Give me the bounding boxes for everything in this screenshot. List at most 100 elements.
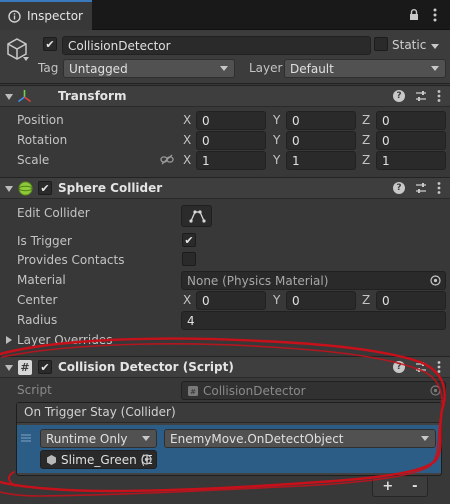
tab-bar: Inspector — [0, 0, 450, 30]
help-icon[interactable]: ? — [393, 182, 405, 194]
rotation-y-value: 0 — [292, 133, 300, 148]
help-icon[interactable]: ? — [393, 361, 405, 373]
axis-y-label[interactable]: Y — [273, 153, 280, 167]
add-listener-button[interactable]: + — [382, 479, 393, 494]
position-z-field[interactable]: 0 — [376, 111, 446, 130]
gameobject-name-value: CollisionDetector — [68, 38, 171, 53]
center-x-value: 0 — [202, 293, 210, 308]
gameobject-name-field[interactable]: CollisionDetector — [62, 36, 371, 55]
target-object-field[interactable]: Slime_Green (E — [40, 450, 157, 469]
script-component-header[interactable]: # ✔ Collision Detector (Script) ? — [0, 356, 450, 378]
layer-overrides-label[interactable]: Layer Overrides — [17, 333, 112, 347]
layer-value: Default — [290, 61, 334, 76]
runtime-mode-dropdown[interactable]: Runtime Only — [40, 429, 157, 448]
axis-z-label[interactable]: Z — [362, 293, 370, 307]
static-label: Static — [392, 38, 427, 52]
center-z-field[interactable]: 0 — [376, 291, 446, 310]
axis-x-label[interactable]: X — [183, 293, 191, 307]
unity-event-box: On Trigger Stay (Collider) Runtime Only … — [16, 402, 442, 476]
more-icon[interactable] — [437, 182, 441, 194]
object-picker-icon[interactable] — [430, 275, 441, 286]
layer-label: Layer — [249, 61, 283, 75]
transform-title: Transform — [58, 89, 127, 103]
event-listener-row[interactable]: Runtime Only EnemyMove.OnDetectObject Sl… — [17, 425, 441, 473]
scale-y-value: 1 — [292, 153, 300, 168]
sphere-collider-enabled-checkbox[interactable]: ✔ — [38, 181, 52, 195]
gameobject-header: ✔ CollisionDetector Static Tag Untagged … — [0, 30, 450, 84]
runtime-mode-value: Runtime Only — [46, 431, 128, 446]
layer-overrides-foldout-icon[interactable] — [6, 336, 12, 344]
scale-z-value: 1 — [382, 153, 390, 168]
rotation-x-field[interactable]: 0 — [196, 131, 266, 150]
lock-icon[interactable] — [409, 9, 419, 21]
scale-x-value: 1 — [202, 153, 210, 168]
axis-x-label[interactable]: X — [183, 113, 191, 127]
is-trigger-label: Is Trigger — [17, 234, 72, 248]
axis-y-label[interactable]: Y — [273, 293, 280, 307]
object-picker-icon — [430, 385, 441, 396]
function-dropdown[interactable]: EnemyMove.OnDetectObject — [164, 429, 436, 448]
chevron-down-icon — [220, 66, 228, 71]
position-x-field[interactable]: 0 — [196, 111, 266, 130]
axis-x-label[interactable]: X — [183, 133, 191, 147]
position-y-field[interactable]: 0 — [286, 111, 356, 130]
provides-contacts-checkbox[interactable] — [182, 252, 196, 266]
scale-z-field[interactable]: 1 — [376, 151, 446, 170]
object-picker-icon[interactable] — [141, 454, 152, 465]
transform-header[interactable]: Transform ? — [0, 85, 450, 107]
edit-collider-button[interactable] — [181, 205, 212, 227]
axis-z-label[interactable]: Z — [362, 153, 370, 167]
center-x-field[interactable]: 0 — [196, 291, 266, 310]
foldout-arrow-icon[interactable] — [5, 186, 13, 192]
help-icon[interactable]: ? — [393, 90, 405, 102]
center-y-field[interactable]: 0 — [286, 291, 356, 310]
transform-axes-icon — [18, 90, 31, 103]
radius-value: 4 — [187, 313, 195, 328]
check-icon: ✔ — [184, 233, 194, 247]
layer-dropdown[interactable]: Default — [284, 59, 446, 78]
axis-z-label[interactable]: Z — [362, 113, 370, 127]
gameobject-active-checkbox[interactable]: ✔ — [43, 37, 57, 51]
tab-label: Inspector — [27, 9, 83, 23]
rotation-z-field[interactable]: 0 — [376, 131, 446, 150]
presets-sliders-icon[interactable] — [415, 182, 427, 194]
axis-y-label[interactable]: Y — [273, 113, 280, 127]
foldout-arrow-icon[interactable] — [5, 365, 13, 371]
check-icon: ✔ — [45, 37, 55, 51]
position-x-value: 0 — [202, 113, 210, 128]
more-icon[interactable] — [437, 90, 441, 102]
edit-collider-icon — [189, 210, 206, 223]
is-trigger-checkbox[interactable]: ✔ — [182, 233, 196, 247]
drag-handle-icon[interactable] — [21, 434, 31, 442]
script-enabled-checkbox[interactable]: ✔ — [38, 360, 52, 374]
static-dropdown-caret[interactable] — [431, 44, 439, 49]
presets-sliders-icon[interactable] — [415, 361, 427, 373]
rotation-y-field[interactable]: 0 — [286, 131, 356, 150]
scale-x-field[interactable]: 1 — [196, 151, 266, 170]
sphere-collider-header[interactable]: ✔ Sphere Collider ? — [0, 177, 450, 199]
icon-dropdown-caret[interactable] — [23, 57, 29, 61]
foldout-arrow-icon[interactable] — [5, 94, 13, 100]
tag-dropdown[interactable]: Untagged — [63, 59, 235, 78]
more-icon[interactable] — [437, 361, 441, 373]
radius-field[interactable]: 4 — [181, 311, 446, 330]
axis-x-label[interactable]: X — [183, 153, 191, 167]
rotation-x-value: 0 — [202, 133, 210, 148]
axis-z-label[interactable]: Z — [362, 133, 370, 147]
target-object-value: Slime_Green (E — [61, 452, 153, 467]
static-checkbox[interactable] — [374, 37, 388, 51]
chevron-down-icon — [142, 436, 150, 441]
axis-y-label[interactable]: Y — [273, 133, 280, 147]
material-object-field[interactable]: None (Physics Material) — [181, 271, 446, 290]
script-label: Script — [17, 383, 52, 397]
tab-inspector[interactable]: Inspector — [0, 0, 92, 30]
constrain-proportions-link-icon[interactable] — [160, 154, 174, 165]
remove-listener-button[interactable]: - — [412, 479, 417, 494]
presets-sliders-icon[interactable] — [415, 90, 427, 102]
script-object-field: # CollisionDetector — [181, 381, 446, 400]
event-header-label: On Trigger Stay (Collider) — [24, 405, 176, 419]
rotation-label: Rotation — [17, 133, 68, 147]
scale-y-field[interactable]: 1 — [286, 151, 356, 170]
more-icon[interactable] — [433, 8, 437, 22]
material-label: Material — [17, 273, 66, 287]
